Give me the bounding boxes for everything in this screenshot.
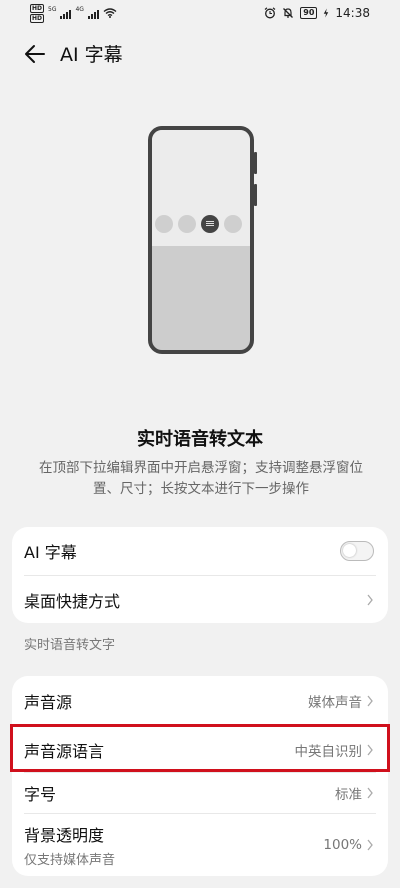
chevron-right-icon (367, 787, 373, 799)
phone-side-button (254, 184, 257, 206)
ai-caption-label: AI 字幕 (24, 543, 77, 562)
status-bar: HD HD 5G 4G 90 14:38 (0, 0, 400, 28)
settings-card-main: AI 字幕 桌面快捷方式 (12, 527, 388, 623)
app-header: AI 字幕 (0, 36, 400, 72)
quick-toggle-circle (178, 215, 196, 233)
signal-1-icon (60, 7, 72, 19)
settings-card-realtime: 声音源 媒体声音 声音源语言 中英自识别 字号 标准 背景透明度 仅支持媒体声音… (12, 676, 388, 876)
feature-description: 在顶部下拉编辑界面中开启悬浮窗；支持调整悬浮窗位置、尺寸；长按文本进行下一步操作 (39, 460, 363, 497)
highlight-box (10, 724, 390, 772)
chevron-right-icon (367, 594, 373, 605)
bg-opacity-sublabel: 仅支持媒体声音 (24, 853, 116, 868)
font-size-row[interactable]: 字号 标准 (12, 773, 388, 813)
font-size-value: 标准 (335, 787, 362, 803)
page-title: AI 字幕 (60, 44, 123, 66)
battery-indicator: 90 (300, 7, 318, 19)
status-right: 90 14:38 (264, 6, 370, 20)
feature-illustration (40, 100, 360, 400)
bg-opacity-label: 背景透明度 (24, 826, 105, 845)
sound-source-label: 声音源 (24, 693, 73, 712)
sound-source-row[interactable]: 声音源 媒体声音 (12, 676, 388, 726)
signal-2-icon (87, 7, 99, 19)
clock: 14:38 (335, 6, 370, 20)
font-size-label: 字号 (24, 785, 57, 804)
caption-toggle-icon (201, 215, 219, 233)
hd-indicators: HD HD (30, 4, 45, 23)
desktop-shortcut-row[interactable]: 桌面快捷方式 (12, 576, 388, 623)
quick-toggles (155, 215, 242, 233)
mute-bell-icon (283, 8, 294, 18)
alarm-icon (264, 7, 276, 19)
back-arrow-icon[interactable] (22, 42, 48, 66)
wifi-icon (103, 8, 117, 18)
phone-dropdown-panel (152, 130, 250, 246)
section-header-realtime: 实时语音转文字 (24, 638, 116, 653)
hd-badge-1: HD (30, 4, 45, 13)
chevron-right-icon (367, 839, 373, 851)
sound-source-value: 媒体声音 (308, 695, 362, 711)
phone-side-button (254, 152, 257, 174)
charging-icon (324, 8, 329, 18)
quick-toggle-circle (224, 215, 242, 233)
status-left: HD HD 5G 4G (30, 4, 117, 23)
signal-2-label: 4G (75, 6, 84, 13)
ai-caption-toggle[interactable] (340, 541, 374, 561)
quick-toggle-circle (155, 215, 173, 233)
bg-opacity-row[interactable]: 背景透明度 仅支持媒体声音 100% (12, 814, 388, 876)
ai-caption-row[interactable]: AI 字幕 (12, 527, 388, 575)
bg-opacity-label-group: 背景透明度 仅支持媒体声音 (24, 822, 323, 868)
chevron-right-icon (367, 695, 373, 707)
signal-1-label: 5G (48, 6, 57, 13)
hd-badge-2: HD (30, 14, 45, 23)
bg-opacity-value: 100% (323, 837, 362, 853)
desktop-shortcut-label: 桌面快捷方式 (24, 591, 121, 611)
feature-title: 实时语音转文本 (137, 429, 263, 450)
phone-illustration (148, 126, 254, 354)
